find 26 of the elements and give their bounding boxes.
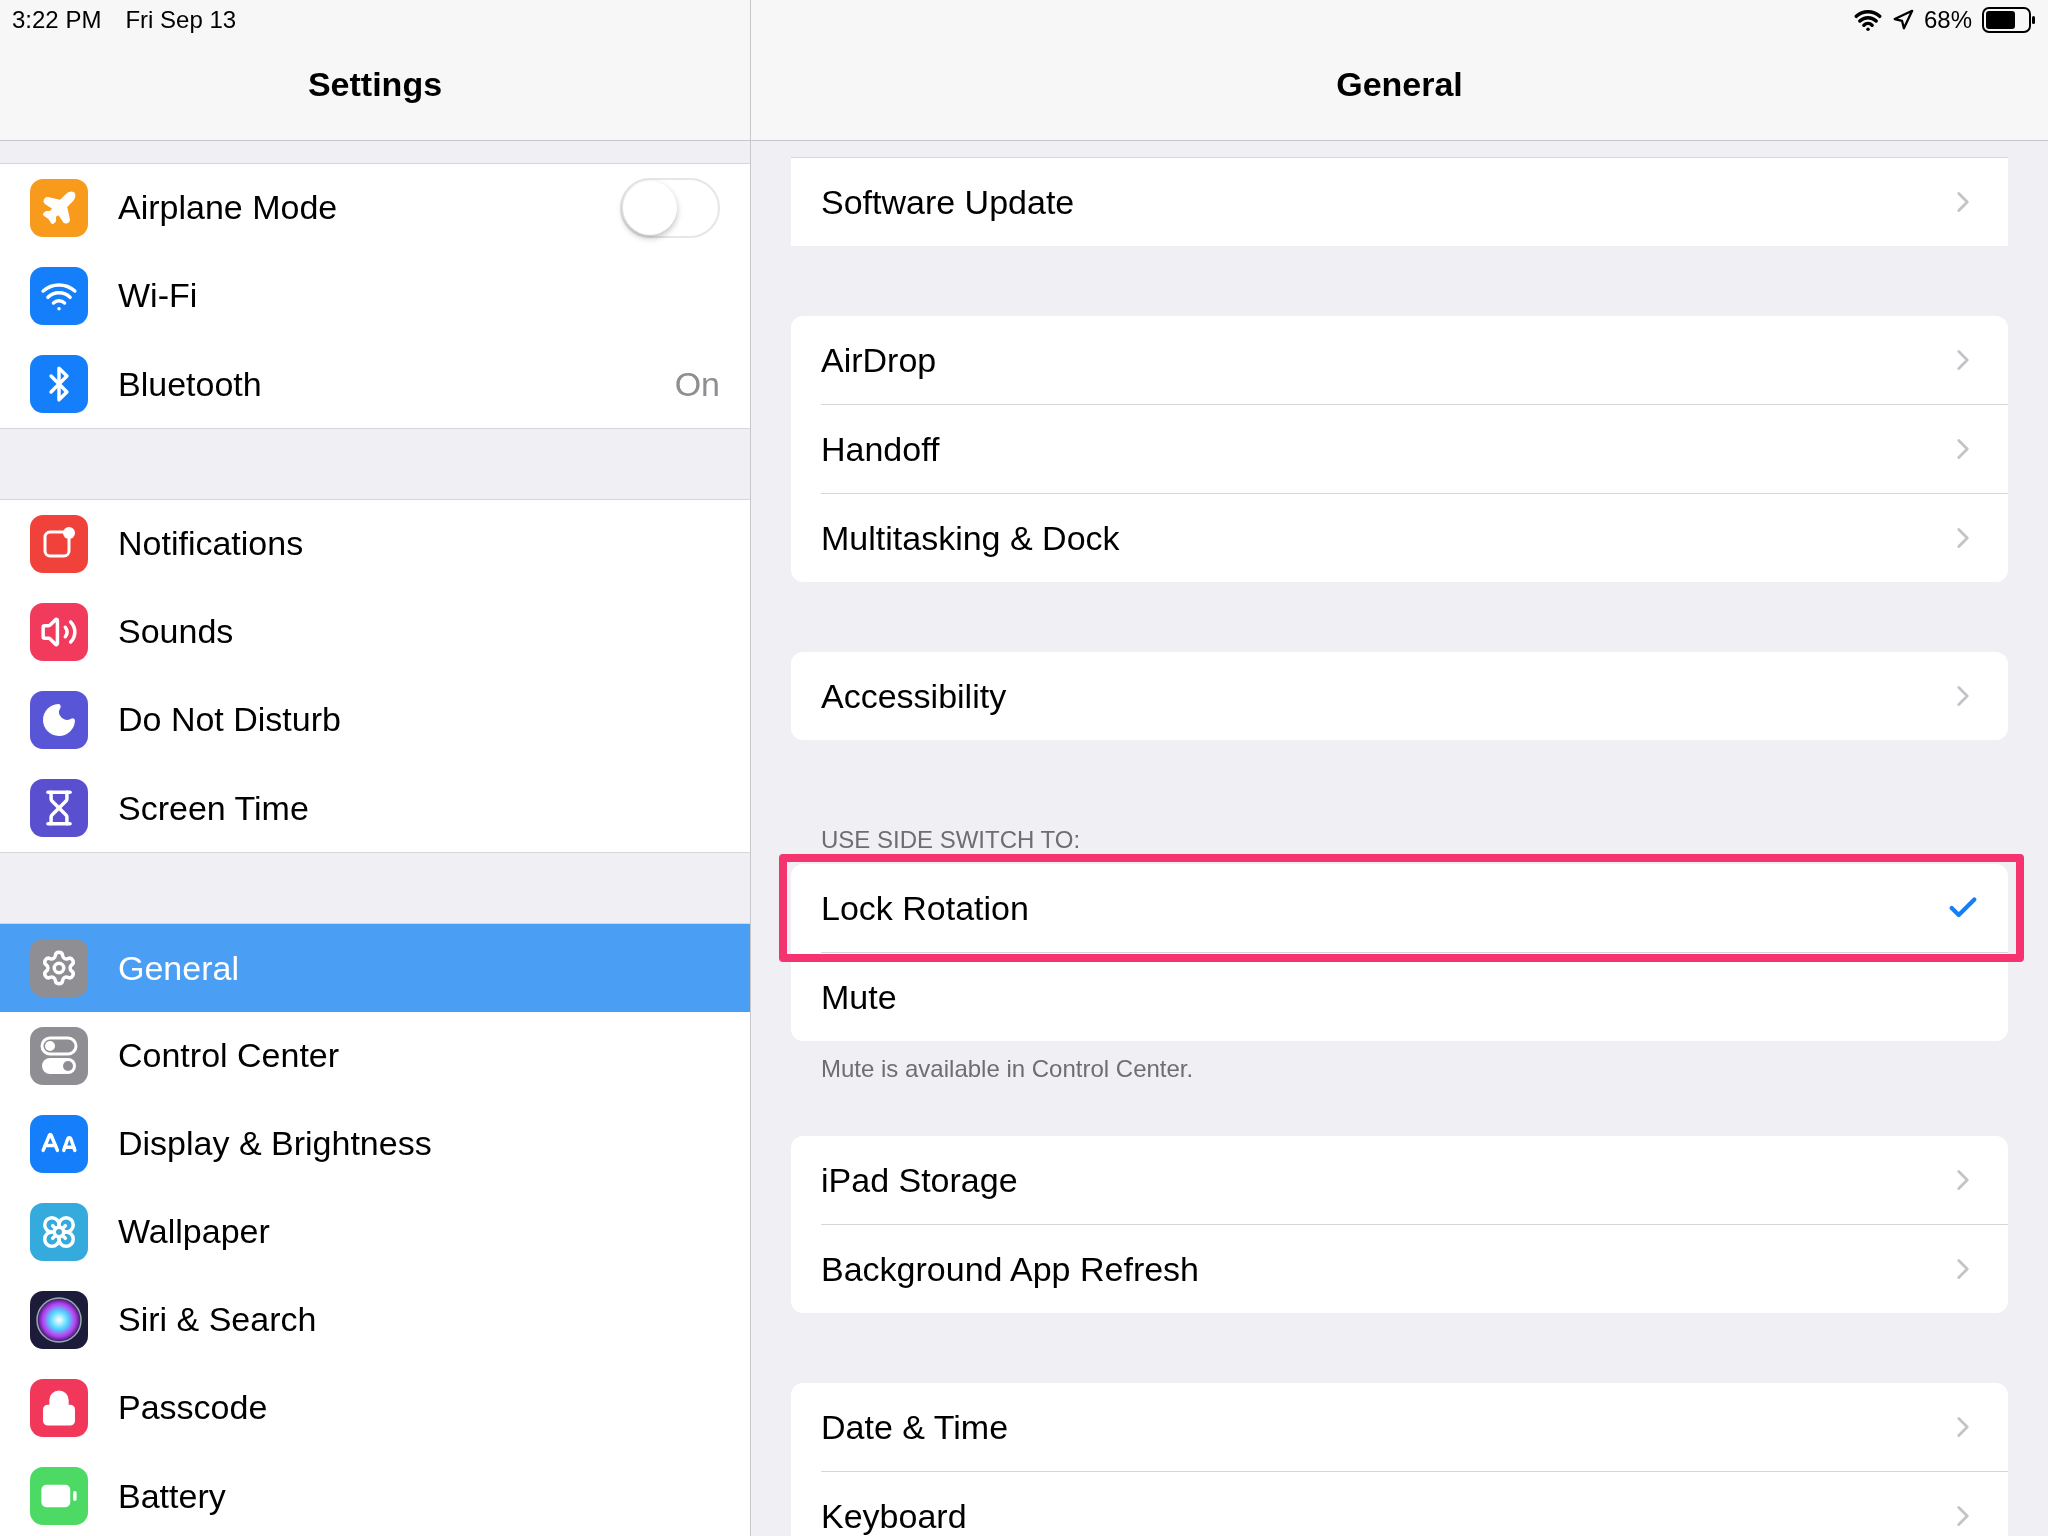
settings-row[interactable]: iPad Storage [821, 1136, 2008, 1224]
switches-icon [40, 1036, 78, 1076]
location-icon [1891, 9, 1914, 31]
moon-icon [40, 701, 78, 739]
battery-percent: 68% [1923, 6, 1972, 34]
settings-row[interactable]: Lock Rotation [821, 864, 2008, 952]
toggle-switch[interactable] [620, 177, 720, 238]
settings-row[interactable]: Multitasking & Dock [821, 493, 2008, 582]
lock-icon [40, 1389, 78, 1427]
page-title: General [1336, 64, 1463, 104]
settings-row[interactable]: Keyboard [821, 1471, 2008, 1536]
sidebar-title: Settings [307, 64, 443, 104]
flower-icon [40, 1213, 78, 1251]
status-date: Fri Sep 13 [125, 6, 237, 34]
settings-row[interactable]: Date & Time [821, 1383, 2008, 1471]
settings-row[interactable]: Mute [821, 952, 2008, 1041]
battery-icon [1982, 7, 2036, 33]
status-time: 3:22 PM [12, 6, 102, 34]
section-header: USE SIDE SWITCH TO: [821, 826, 1081, 854]
section-footer: Mute is available in Control Center. [821, 1055, 1194, 1082]
settings-icon [40, 949, 78, 987]
settings-row[interactable]: AirDrop [821, 316, 2008, 404]
item-value: On [674, 364, 720, 404]
settings-row[interactable]: Handoff [821, 404, 2008, 493]
airplane-icon [40, 189, 78, 227]
settings-row[interactable]: Background App Refresh [821, 1224, 2008, 1313]
